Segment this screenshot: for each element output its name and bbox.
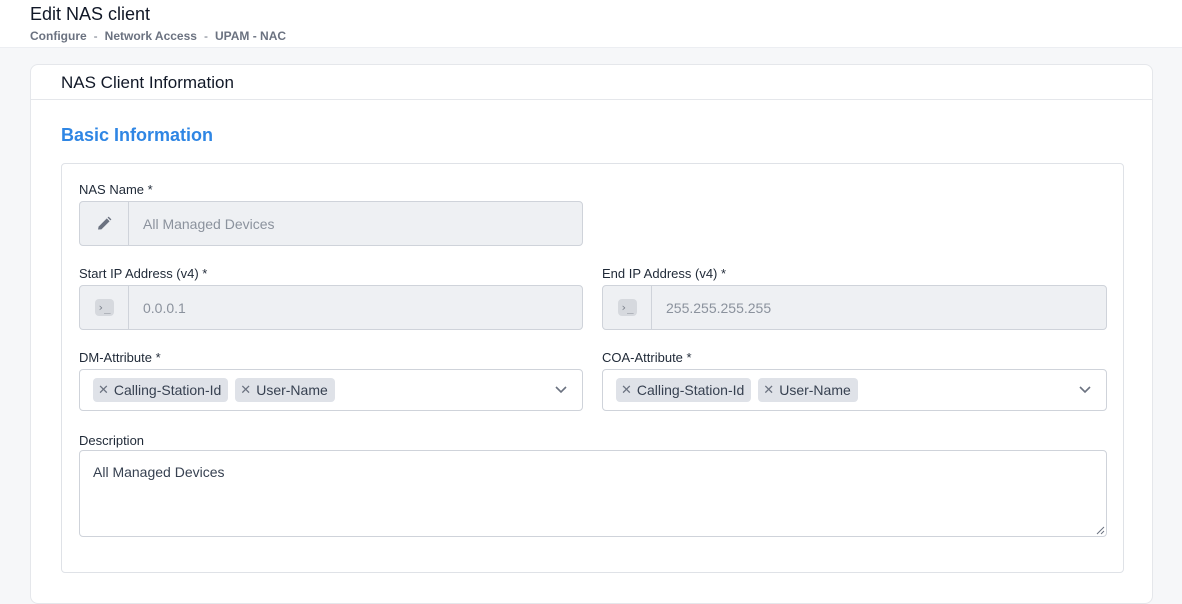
dm-attribute-select[interactable]: ✕ Calling-Station-Id ✕ User-Name: [79, 369, 583, 411]
description-value: All Managed Devices: [93, 464, 225, 480]
dm-tag-calling-station-id: ✕ Calling-Station-Id: [93, 378, 229, 402]
coa-attribute-label: COA-Attribute *: [602, 350, 692, 365]
dm-attribute-label: DM-Attribute *: [79, 350, 161, 365]
breadcrumb-network-access[interactable]: Network Access: [105, 29, 197, 43]
breadcrumb: Configure - Network Access - UPAM - NAC: [30, 29, 286, 43]
breadcrumb-upam-nac[interactable]: UPAM - NAC: [215, 29, 286, 43]
tag-label: Calling-Station-Id: [113, 382, 222, 398]
card-title: NAS Client Information: [31, 65, 1152, 100]
nas-name-field[interactable]: All Managed Devices: [79, 201, 583, 246]
description-label: Description: [79, 433, 145, 448]
terminal-icon: ›_: [94, 299, 114, 316]
section-title: Basic Information: [61, 125, 214, 145]
basic-information-group: NAS Name * All Managed Devices Start IP …: [61, 163, 1124, 573]
tag-label: User-Name: [256, 382, 328, 398]
end-ip-addon: ›_: [603, 286, 652, 329]
nas-name-value: All Managed Devices: [143, 215, 275, 232]
resize-handle-icon[interactable]: [1095, 525, 1105, 535]
remove-tag-icon[interactable]: ✕: [763, 382, 774, 398]
description-textarea[interactable]: All Managed Devices: [79, 450, 1107, 537]
dm-tag-user-name: ✕ User-Name: [235, 378, 335, 402]
top-bar: Edit NAS client Configure - Network Acce…: [0, 0, 1182, 48]
terminal-icon: ›_: [617, 299, 637, 316]
tag-label: User-Name: [779, 382, 851, 398]
start-ip-field[interactable]: ›_ 0.0.0.1: [79, 285, 583, 330]
page-title: Edit NAS client: [30, 4, 151, 24]
chevron-down-icon[interactable]: [1078, 382, 1092, 396]
end-ip-value: 255.255.255.255: [666, 299, 772, 316]
remove-tag-icon[interactable]: ✕: [621, 382, 632, 398]
remove-tag-icon[interactable]: ✕: [98, 382, 109, 398]
nas-name-addon: [80, 202, 129, 245]
end-ip-field[interactable]: ›_ 255.255.255.255: [602, 285, 1107, 330]
end-ip-label: End IP Address (v4) *: [602, 266, 727, 281]
start-ip-label: Start IP Address (v4) *: [79, 266, 208, 281]
chevron-down-icon[interactable]: [554, 382, 568, 396]
nas-name-label: NAS Name *: [79, 182, 153, 197]
start-ip-value: 0.0.0.1: [143, 299, 186, 316]
coa-attribute-select[interactable]: ✕ Calling-Station-Id ✕ User-Name: [602, 369, 1107, 411]
tag-label: Calling-Station-Id: [636, 382, 745, 398]
pencil-icon: [98, 216, 112, 229]
remove-tag-icon[interactable]: ✕: [240, 382, 251, 398]
start-ip-addon: ›_: [80, 286, 129, 329]
coa-tag-calling-station-id: ✕ Calling-Station-Id: [616, 378, 752, 402]
coa-tag-user-name: ✕ User-Name: [758, 378, 858, 402]
breadcrumb-configure[interactable]: Configure: [30, 29, 87, 43]
nas-client-card: NAS Client Information Basic Information…: [30, 64, 1153, 604]
breadcrumb-separator: -: [93, 29, 98, 43]
breadcrumb-separator: -: [203, 29, 208, 43]
